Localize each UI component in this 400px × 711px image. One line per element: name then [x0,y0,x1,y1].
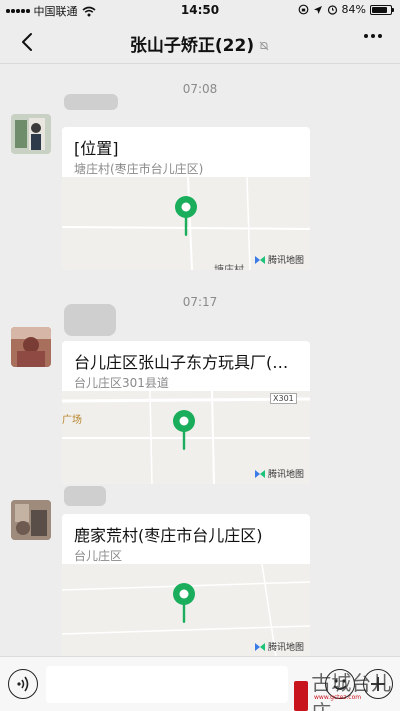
avatar[interactable] [11,114,51,154]
location-card[interactable]: [位置] 塘庄村(枣庄市台儿庄区) 塘庄村 腾讯地图 [62,127,310,270]
avatar-photo [11,114,51,154]
map-place-label: 广场 [62,415,82,426]
more-options-button[interactable] [364,34,382,38]
nickname-blurred [64,94,118,110]
nickname-blurred [64,304,116,336]
map-thumbnail: 塘庄村 腾讯地图 [62,177,310,270]
location-pin-icon [173,410,195,450]
nickname-blurred [64,486,106,506]
alarm-icon [327,5,337,15]
battery-icon [370,4,394,15]
chat-input-bar: 古城台儿庄 www.gctez.com [0,656,400,711]
chat-title-text: 张山子矫正(22) [129,36,255,56]
road-tag: X301 [270,393,297,404]
avatar-photo [11,500,51,540]
chat-title: 张山子矫正(22) [0,31,400,56]
battery-percent: 84% [341,3,366,16]
avatar-photo [11,327,51,367]
location-title: 鹿家荒村(枣庄市台儿庄区) [74,526,263,545]
orientation-lock-icon [298,4,308,15]
map-brand: 腾讯地图 [254,253,304,266]
location-card[interactable]: 鹿家荒村(枣庄市台儿庄区) 台儿庄区 腾讯地图 [62,514,310,657]
tencent-map-icon [254,255,265,264]
map-brand: 腾讯地图 [254,640,304,653]
voice-icon [17,676,29,692]
location-arrow-icon [313,5,322,14]
timestamp: 07:08 [182,82,218,96]
location-title: 台儿庄区张山子东方玩具厂(… [74,353,289,372]
location-address: 台儿庄区301县道 [74,376,169,390]
map-thumbnail: 腾讯地图 [62,564,310,657]
timestamp: 07:17 [182,295,218,309]
map-brand: 腾讯地图 [254,467,304,480]
tencent-map-icon [254,642,265,651]
avatar[interactable] [11,327,51,367]
location-card[interactable]: 台儿庄区张山子东方玩具厂(… 台儿庄区301县道 广场 X301 腾讯地图 [62,341,310,484]
location-title: [位置] [74,139,119,158]
location-pin-icon [173,583,195,623]
tencent-map-icon [254,469,265,478]
status-bar: 中国联通 14:50 84% [0,0,400,20]
watermark-text: 古城台儿庄 [311,671,392,711]
message-input[interactable] [46,666,288,703]
status-right: 84% [298,3,394,16]
location-address: 台儿庄区 [74,549,123,563]
watermark: 古城台儿庄 www.gctez.com [294,667,400,711]
map-brand-label: 腾讯地图 [267,256,304,266]
map-brand-label: 腾讯地图 [267,643,304,653]
location-address: 塘庄村(枣庄市台儿庄区) [74,162,204,176]
map-place-label: 塘庄村 [214,261,244,270]
watermark-url: www.gctez.com [314,694,362,701]
location-pin-icon [175,196,197,236]
watermark-seal [294,681,309,711]
avatar[interactable] [11,500,51,540]
map-brand-label: 腾讯地图 [267,470,304,480]
nav-bar: 张山子矫正(22) [0,20,400,64]
map-thumbnail: 广场 X301 腾讯地图 [62,391,310,484]
mute-bell-icon [259,41,269,51]
voice-button[interactable] [8,669,38,699]
